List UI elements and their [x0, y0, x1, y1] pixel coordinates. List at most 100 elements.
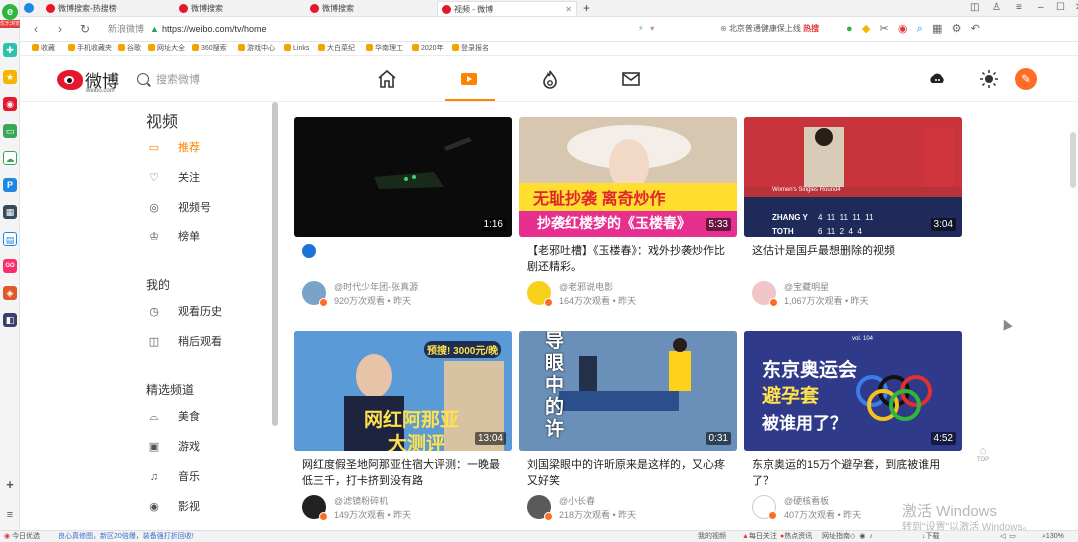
video-title[interactable]: 刘国梁眼中的许昕原来是这样的，又心疼又好笑: [527, 457, 733, 489]
addr-news-link[interactable]: ⊕ 北京普通健康保上线 热搜: [720, 23, 819, 35]
window-skin-icon[interactable]: ♙: [992, 1, 1001, 15]
flash-icon[interactable]: ⚡: [638, 24, 644, 33]
video-thumbnail[interactable]: vol. 104 东京奥运会 避孕套 被谁用了？ 4:52: [744, 331, 962, 451]
back-to-top-button[interactable]: ⌂ TOP: [975, 445, 991, 463]
bookmark-item[interactable]: 360搜索: [192, 42, 227, 56]
page-scrollbar[interactable]: [1070, 132, 1076, 188]
bookmark-item[interactable]: 2020年: [412, 42, 444, 56]
forward-icon[interactable]: ›: [58, 22, 62, 36]
video-card[interactable]: 无耻抄袭 离奇炒作 抄袭红楼梦的《玉楼春》 5:33 【老邪吐槽】《玉楼春》：戏…: [519, 117, 737, 317]
weibo-search-input[interactable]: 搜索微博: [137, 71, 237, 89]
sidebar-item-food[interactable]: ⌓ 美食: [148, 407, 266, 427]
sidebar-item-rankings[interactable]: ♔ 榜单: [148, 227, 266, 247]
bookmark-item[interactable]: 谷歌: [118, 42, 141, 56]
tab-weibo-search-2[interactable]: 微博搜索: [306, 1, 434, 16]
bookmark-item[interactable]: 华南理工: [366, 42, 403, 56]
sidebar-item-history[interactable]: ◷ 观看历史: [148, 302, 266, 322]
sidebar-item-recommend[interactable]: ▭ 推荐: [148, 138, 266, 158]
video-thumbnail[interactable]: 导眼中的许 0:31: [519, 331, 737, 451]
zoom-level[interactable]: ⌕130%: [1042, 531, 1064, 542]
browser-logo-icon[interactable]: e: [2, 4, 18, 20]
video-card[interactable]: Women's Singles Round4 ZHANG Y 4 11 11 1…: [744, 117, 962, 317]
rail-weibo-icon[interactable]: ◉: [3, 97, 17, 111]
window-menu-icon[interactable]: ≡: [1016, 1, 1022, 15]
author-name[interactable]: @硬核看板: [784, 494, 829, 507]
author-name[interactable]: @时代少年团-张真源: [334, 280, 418, 293]
tab-weibo-search-1[interactable]: 微博搜索: [175, 1, 303, 16]
window-minimize-icon[interactable]: –: [1038, 1, 1044, 15]
grid-icon[interactable]: ▦: [932, 23, 942, 35]
author-name[interactable]: @小长春: [559, 494, 595, 507]
window-small-icon[interactable]: ▭: [1009, 533, 1016, 540]
scissors-icon[interactable]: ✂: [879, 23, 888, 35]
shield-icon[interactable]: ◆: [862, 23, 870, 35]
video-thumbnail[interactable]: 预搜! 3000元/晚 网红阿那亚 大测评 13:04: [294, 331, 512, 451]
sidebar-item-channel-account[interactable]: ◎ 视频号: [148, 198, 266, 218]
rail-favorites-icon[interactable]: ★: [3, 70, 17, 84]
rail-app3-icon[interactable]: ◈: [3, 286, 17, 300]
cloud-game-icon[interactable]: [926, 68, 948, 90]
bookmark-item[interactable]: 手机收藏夹: [68, 42, 112, 56]
sidebar-item-music[interactable]: ♫ 音乐: [148, 467, 266, 487]
tab-close-icon[interactable]: ✕: [565, 2, 572, 17]
video-title[interactable]: 东京奥运的15万个避孕套，到底被谁用了？: [752, 457, 958, 489]
video-thumbnail[interactable]: 无耻抄袭 离奇炒作 抄袭红楼梦的《玉楼春》 5:33: [519, 117, 737, 237]
tab-weibo-hot[interactable]: 微博搜索-热搜榜: [42, 1, 172, 16]
status-web-guide[interactable]: 网址指南: [822, 531, 850, 542]
author-name[interactable]: @老邪说电影: [559, 280, 613, 293]
bookmark-item[interactable]: 登录报名: [452, 42, 489, 56]
author-name[interactable]: @宝藏明星: [784, 280, 829, 293]
sidebar-item-watch-later[interactable]: ◫ 稍后观看: [148, 332, 266, 352]
home-icon[interactable]: [376, 68, 398, 90]
status-hot-news[interactable]: ●热点资讯: [780, 531, 812, 542]
bookmark-item[interactable]: 游戏中心: [238, 42, 275, 56]
undo-icon[interactable]: ↶: [971, 23, 980, 35]
sidebar-item-follow[interactable]: ♡ 关注: [148, 168, 266, 188]
theme-sun-icon[interactable]: [978, 68, 1000, 90]
url-field[interactable]: 新浪微博 ▲ https://weibo.com/tv/home: [108, 21, 648, 38]
back-icon[interactable]: ‹: [34, 22, 38, 36]
compose-button[interactable]: ✎: [1015, 68, 1037, 90]
magnifier-icon[interactable]: ⌕: [917, 23, 923, 35]
sidebar-scrollbar[interactable]: [272, 102, 278, 426]
bookmark-item[interactable]: 网址大全: [148, 42, 185, 56]
video-card[interactable]: 预搜! 3000元/晚 网红阿那亚 大测评 13:04 网红度假圣地阿那亚住宿大…: [294, 331, 512, 531]
video-card[interactable]: 导眼中的许 0:31 刘国梁眼中的许昕原来是这样的，又心疼又好笑 @小长春 21…: [519, 331, 737, 531]
video-thumbnail[interactable]: Women's Singles Round4 ZHANG Y 4 11 11 1…: [744, 117, 962, 237]
author-name[interactable]: @滤镜粉碎机: [334, 494, 388, 507]
status-daily-focus[interactable]: ▲每日关注: [742, 531, 777, 542]
bookmark-item[interactable]: Links: [284, 42, 309, 56]
game-small-icon[interactable]: ◉: [859, 533, 865, 540]
rail-p-icon[interactable]: P: [3, 178, 17, 192]
video-icon[interactable]: [458, 68, 480, 90]
tab-weibo-video[interactable]: 视频 - 微博 ✕: [437, 1, 577, 16]
author-avatar[interactable]: [527, 495, 553, 521]
rail-add-icon[interactable]: +: [3, 478, 17, 492]
rail-doc-icon[interactable]: ▤: [3, 232, 17, 246]
author-avatar[interactable]: [302, 281, 328, 307]
author-avatar[interactable]: [752, 281, 778, 307]
weibo-logo[interactable]: 微博 weibo.com: [57, 66, 127, 94]
window-tile-icon[interactable]: ◫: [970, 1, 979, 15]
rail-menu-icon[interactable]: ≡: [3, 508, 17, 522]
reload-icon[interactable]: ↻: [80, 22, 90, 36]
status-my-video[interactable]: 我的视频: [698, 531, 726, 542]
hot-flame-icon[interactable]: [539, 68, 561, 90]
tab-nav-icon[interactable]: [20, 1, 40, 16]
settings-icon[interactable]: ⚙: [952, 23, 962, 35]
status-today-pick[interactable]: ◉ 今日优选: [4, 531, 40, 542]
speaker-small-icon[interactable]: ♪: [869, 533, 873, 540]
shield-small-icon[interactable]: ◇: [850, 533, 855, 540]
sidebar-item-games[interactable]: ▣ 游戏: [148, 437, 266, 457]
video-title[interactable]: 【老邪吐槽】《玉楼春》：戏外抄袭炒作比剧还精彩。: [527, 243, 733, 275]
video-thumbnail[interactable]: 1:16: [294, 117, 512, 237]
bookmark-item[interactable]: 收藏: [32, 42, 55, 56]
author-avatar[interactable]: [527, 281, 553, 307]
rail-game-icon[interactable]: GO: [3, 259, 17, 273]
status-download[interactable]: ↓下载: [922, 531, 940, 542]
game-controller-icon[interactable]: ◉: [898, 23, 908, 35]
rail-app-icon[interactable]: ✚: [3, 43, 17, 57]
dropdown-icon[interactable]: ▾: [650, 24, 654, 33]
video-title[interactable]: 网红度假圣地阿那亚住宿大评测：一晚最低三千，打卡挤到没有路: [302, 457, 508, 489]
message-envelope-icon[interactable]: [620, 68, 642, 90]
